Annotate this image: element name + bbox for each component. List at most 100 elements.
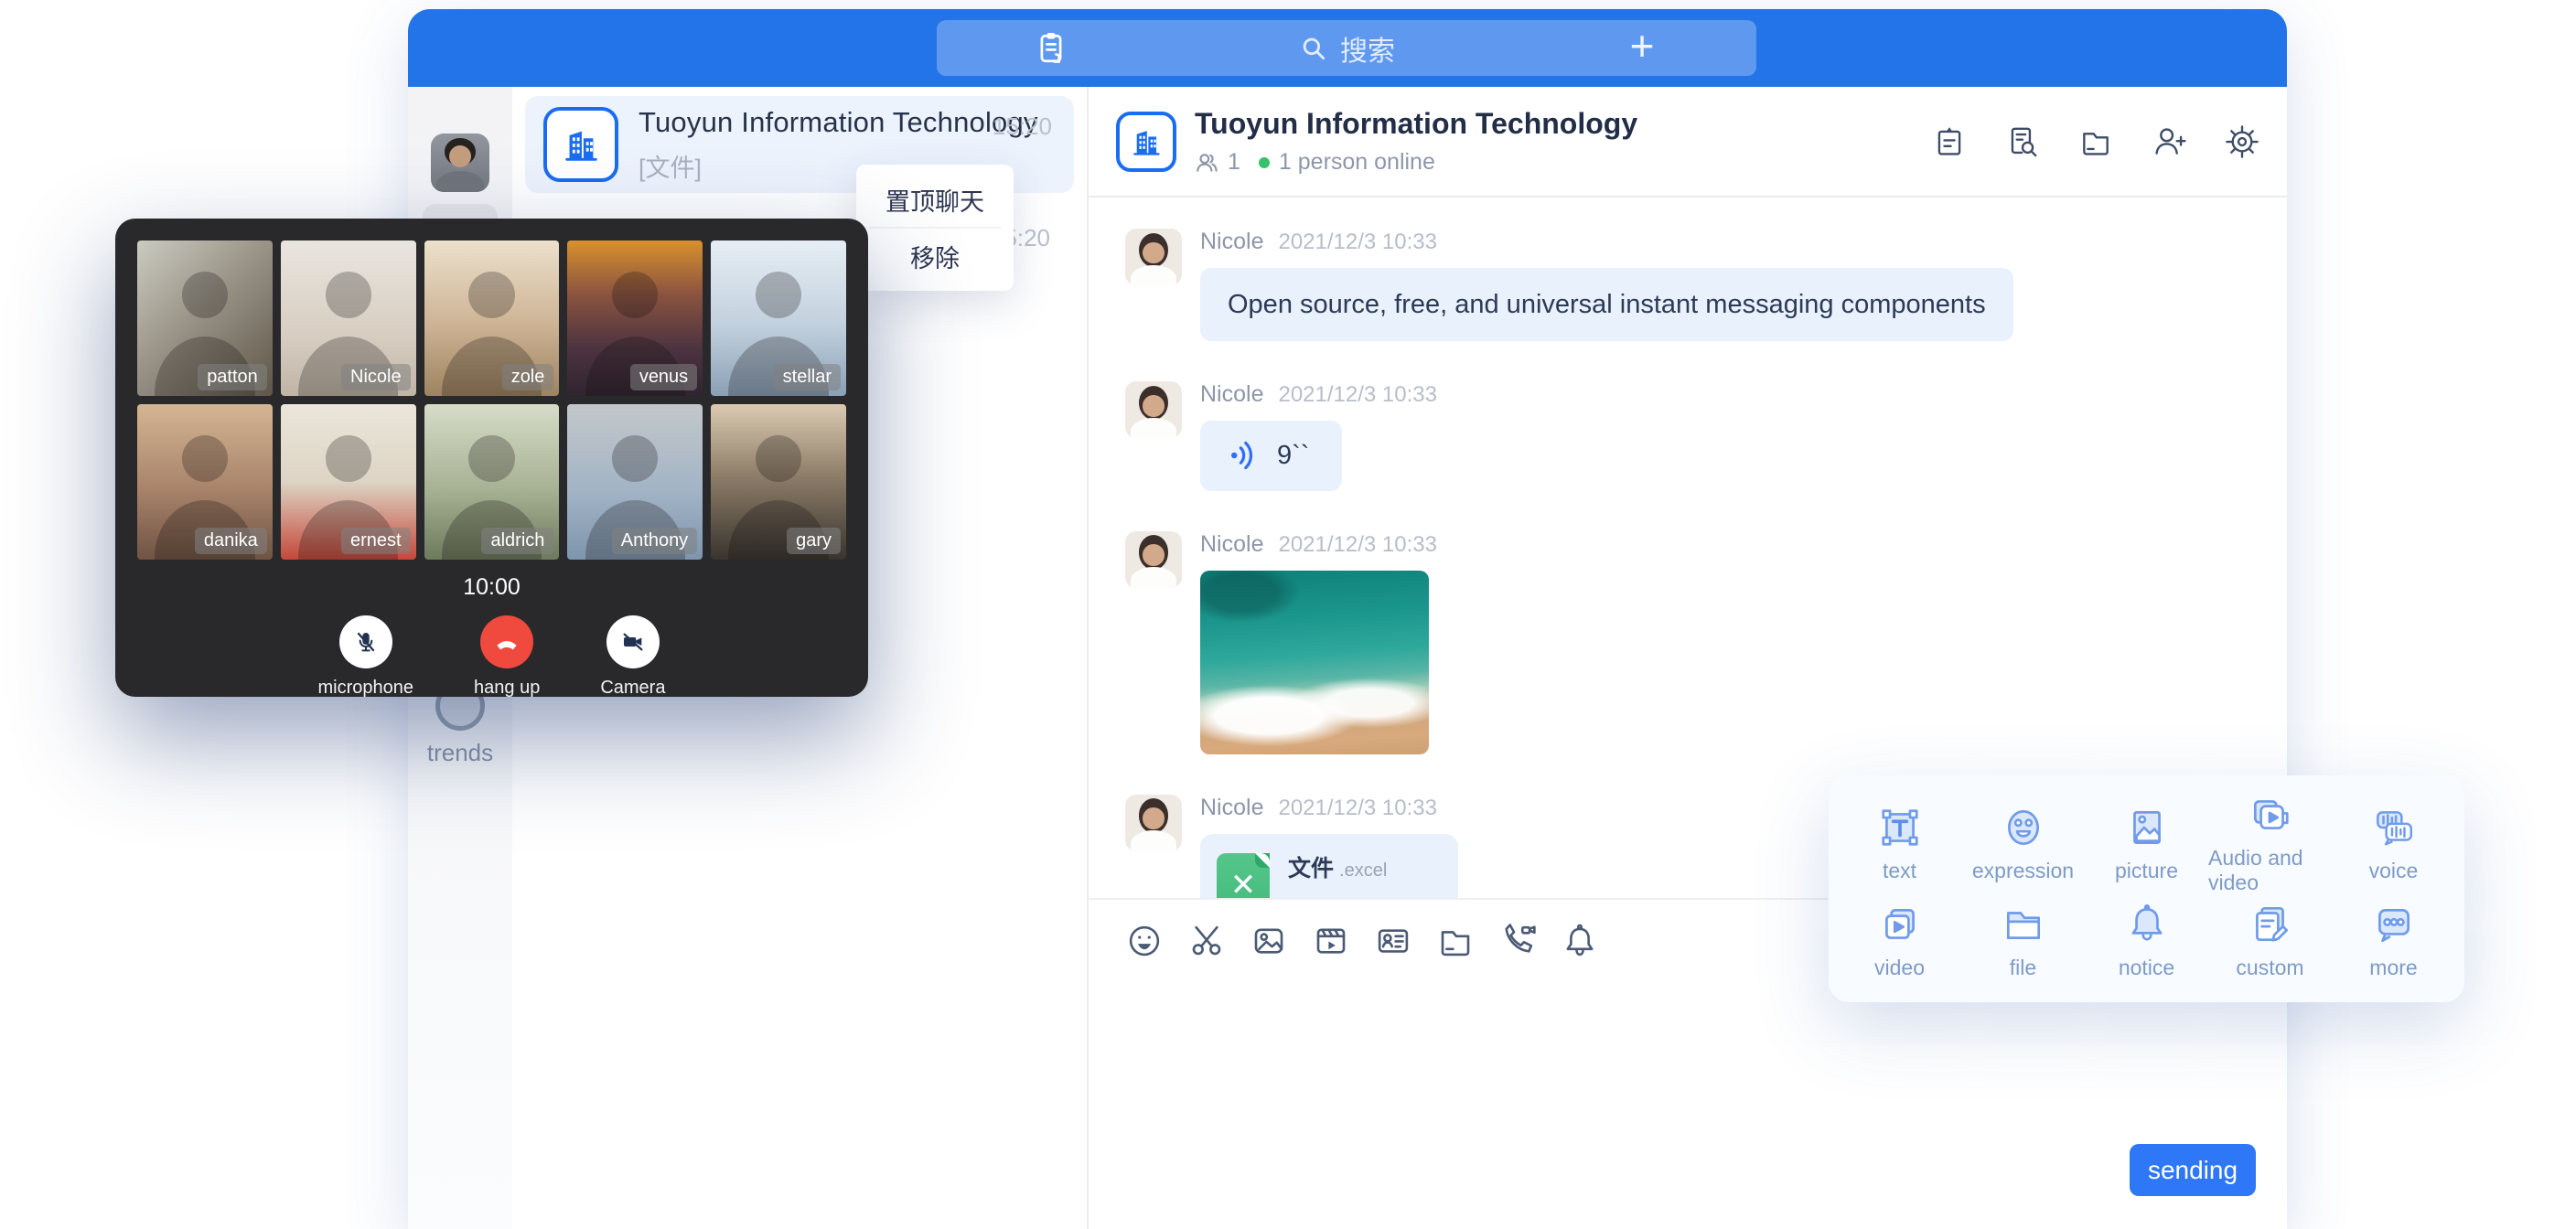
building-icon — [560, 123, 602, 166]
panel-item-label: expression — [1972, 859, 2074, 883]
sender-avatar[interactable] — [1125, 229, 1182, 285]
participant-name: danika — [195, 528, 267, 554]
sender-avatar[interactable] — [1125, 381, 1182, 438]
sender-name: Nicole — [1200, 531, 1263, 558]
conversation-context-menu: 置顶聊天 移除 — [856, 165, 1014, 291]
send-video-icon[interactable] — [1312, 922, 1350, 960]
panel-item-label: more — [2369, 956, 2417, 980]
hang-up-label: hang up — [474, 678, 540, 699]
file-ext: .excel — [1339, 860, 1387, 881]
sender-name: Nicole — [1200, 381, 1263, 408]
panel-item-expression[interactable]: expression — [1961, 792, 2085, 895]
send-file-icon[interactable] — [1436, 922, 1475, 960]
hang-up-button[interactable]: hang up — [474, 615, 540, 699]
member-count: 1 — [1228, 149, 1240, 176]
excel-file-icon: ✕ — [1217, 853, 1270, 899]
video-tile[interactable]: stellar — [711, 240, 846, 396]
participant-name: aldrich — [481, 528, 553, 554]
message-time: 2021/12/3 10:33 — [1278, 532, 1437, 558]
video-call-window: patton Nicole zole venus stellar danika … — [115, 219, 868, 697]
panel-item-label: text — [1883, 859, 1916, 883]
panel-item-custom[interactable]: custom — [2208, 895, 2332, 986]
call-timer: 10:00 — [137, 574, 846, 601]
panel-item-label: file — [2010, 956, 2036, 980]
video-tile[interactable]: patton — [137, 240, 273, 396]
panel-item-file[interactable]: file — [1961, 895, 2085, 986]
file-name: 文件.excel — [1288, 850, 1387, 883]
video-tile[interactable]: zole — [424, 240, 560, 396]
settings-gear-icon[interactable] — [2225, 124, 2259, 159]
video-tile[interactable]: Nicole — [281, 240, 416, 396]
file-folder-icon — [2001, 902, 2046, 947]
panel-item-more[interactable]: more — [2332, 895, 2455, 986]
text-icon — [1877, 805, 1923, 850]
video-icon — [1877, 902, 1923, 947]
video-tile[interactable]: aldrich — [424, 404, 560, 560]
panel-item-video[interactable]: video — [1838, 895, 1961, 986]
panel-item-notice[interactable]: notice — [2085, 895, 2208, 986]
message-voice: Nicole 2021/12/3 10:33 9`` — [1125, 381, 2287, 490]
emoji-icon[interactable] — [1125, 922, 1164, 960]
add-member-icon[interactable] — [2152, 124, 2186, 159]
camera-label: Camera — [600, 678, 665, 699]
panel-item-label: picture — [2115, 859, 2178, 883]
group-avatar — [543, 107, 618, 182]
chat-header-actions — [1932, 124, 2259, 159]
chat-record-search-icon[interactable] — [2005, 124, 2040, 159]
notification-bell-icon[interactable] — [1561, 922, 1599, 960]
participant-name: ernest — [341, 528, 411, 554]
add-button[interactable]: + — [1528, 20, 1756, 76]
call-log-button[interactable] — [937, 20, 1165, 76]
menu-item-remove[interactable]: 移除 — [856, 229, 1014, 283]
voice-bubble[interactable]: 9`` — [1200, 421, 1342, 490]
voice-wave-icon — [1228, 439, 1261, 472]
sender-avatar[interactable] — [1125, 795, 1182, 851]
send-picture-icon[interactable] — [1250, 922, 1288, 960]
video-call-icon[interactable] — [1498, 922, 1537, 960]
video-tile[interactable]: danika — [137, 404, 273, 560]
message-time: 2021/12/3 10:33 — [1278, 230, 1437, 255]
panel-item-picture[interactable]: picture — [2085, 792, 2208, 895]
image-attachment-beach[interactable] — [1200, 571, 1429, 754]
group-files-icon[interactable] — [2078, 124, 2113, 159]
sender-name: Nicole — [1200, 795, 1263, 821]
participant-name: gary — [787, 528, 841, 554]
chat-header-info: Tuoyun Information Technology 1 1 person… — [1195, 107, 1637, 176]
microphone-toggle-button[interactable]: microphone — [318, 615, 414, 699]
participant-name: stellar — [774, 364, 841, 390]
voice-icon — [2371, 805, 2417, 850]
picture-icon — [2124, 805, 2170, 850]
search-input[interactable]: 搜索 — [1165, 20, 1528, 76]
trends-label: trends — [427, 739, 493, 767]
panel-item-label: Audio and video — [2208, 846, 2332, 895]
sender-avatar[interactable] — [1125, 531, 1182, 588]
video-tile[interactable]: ernest — [281, 404, 416, 560]
text-bubble[interactable]: Open source, free, and universal instant… — [1200, 268, 2013, 341]
top-bar: 搜索 + — [408, 9, 2287, 87]
participant-name: Anthony — [612, 528, 697, 554]
chat-main: Tuoyun Information Technology 1 1 person… — [1089, 87, 2287, 1229]
file-attachment[interactable]: ✕ 文件.excel 12.8M — [1200, 834, 1458, 899]
notice-bell-icon — [2124, 902, 2170, 947]
microphone-label: microphone — [318, 678, 414, 699]
message-image: Nicole 2021/12/3 10:33 — [1125, 531, 2287, 754]
menu-item-pin-chat[interactable]: 置顶聊天 — [856, 172, 1014, 227]
my-avatar[interactable] — [431, 134, 489, 192]
video-tile[interactable]: gary — [711, 404, 846, 560]
video-tile[interactable]: Anthony — [567, 404, 703, 560]
screenshot-scissors-icon[interactable] — [1187, 922, 1226, 960]
video-tile[interactable]: venus — [567, 240, 703, 396]
video-grid: patton Nicole zole venus stellar danika … — [137, 240, 846, 560]
expression-icon — [2001, 805, 2046, 850]
panel-item-voice[interactable]: voice — [2332, 792, 2455, 895]
conversation-title: Tuoyun Information Technology — [639, 106, 1038, 139]
sender-name: Nicole — [1200, 229, 1263, 255]
camera-toggle-button[interactable]: Camera — [600, 615, 665, 699]
custom-icon — [2248, 902, 2293, 947]
send-button[interactable]: sending — [2130, 1144, 2256, 1196]
group-notice-icon[interactable] — [1932, 124, 1967, 159]
contact-card-icon[interactable] — [1374, 922, 1412, 960]
panel-item-audio-video[interactable]: Audio and video — [2208, 792, 2332, 895]
chat-title: Tuoyun Information Technology — [1195, 107, 1637, 141]
panel-item-text[interactable]: text — [1838, 792, 1961, 895]
